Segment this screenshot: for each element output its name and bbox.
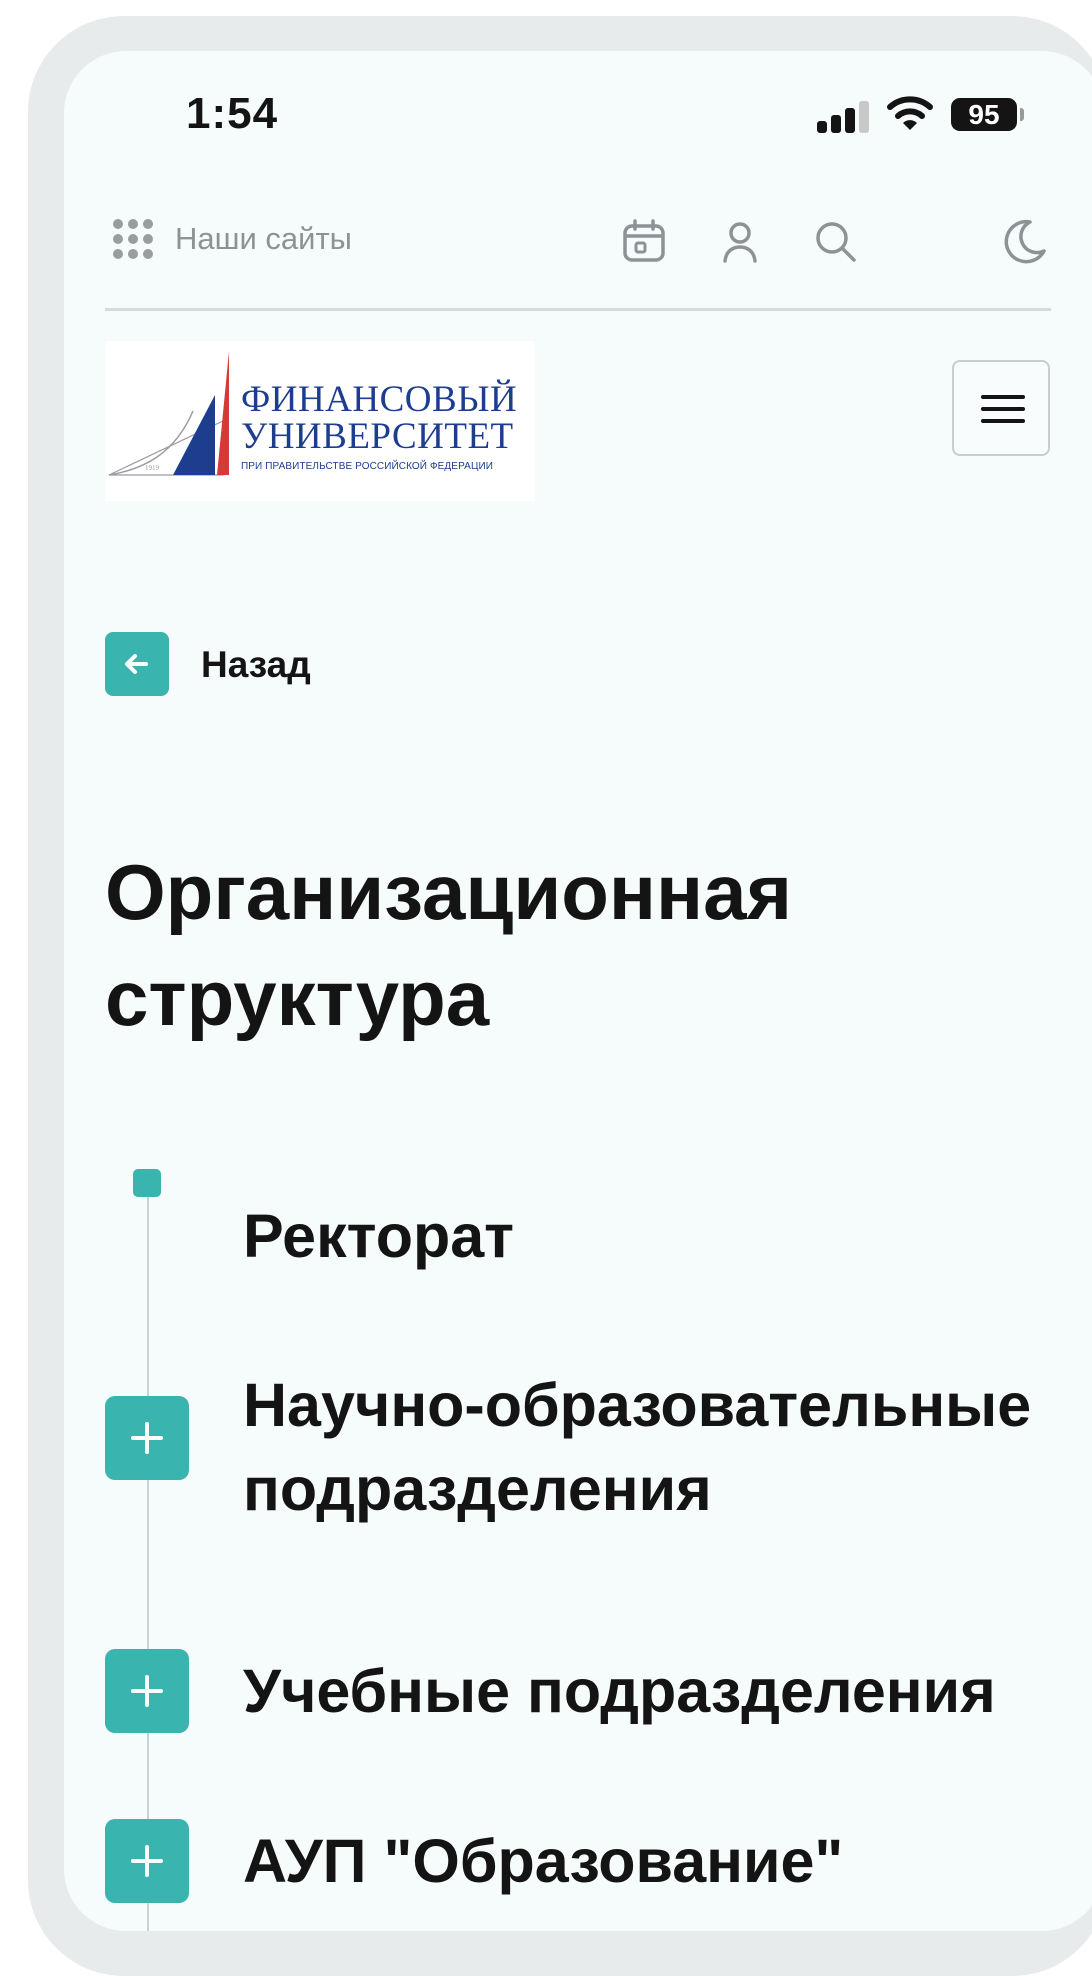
user-icon[interactable]	[716, 217, 764, 265]
hamburger-menu-button[interactable]	[952, 360, 1050, 456]
arrow-left-icon	[125, 654, 148, 674]
structure-item-research-education[interactable]: Научно-образовательные подразделения	[243, 1363, 1073, 1531]
logo-line-2: УНИВЕРСИТЕТ	[241, 416, 514, 457]
back-label[interactable]: Назад	[201, 644, 311, 686]
svg-text:1919: 1919	[145, 464, 160, 472]
structure-item-aup-education[interactable]: АУП "Образование"	[243, 1819, 1073, 1903]
grid-dots-icon	[113, 219, 153, 259]
logo-emblem-icon: 1919	[108, 351, 229, 476]
search-icon[interactable]	[811, 217, 859, 265]
calendar-icon[interactable]	[620, 217, 668, 265]
structure-item-rectorate[interactable]: Ректорат	[243, 1194, 1073, 1278]
expand-plus-icon[interactable]	[105, 1649, 189, 1733]
university-logo[interactable]: 1919 ФИНАНСОВЫЙ УНИВЕРСИТЕТ ПРИ ПРАВИТЕЛ…	[105, 341, 535, 501]
wifi-icon	[887, 96, 933, 130]
expand-plus-icon[interactable]	[105, 1819, 189, 1903]
back-button[interactable]	[105, 632, 169, 696]
dark-mode-moon-icon[interactable]	[1000, 217, 1048, 265]
our-sites-button[interactable]: Наши сайты	[113, 219, 352, 259]
logo-line-1: ФИНАНСОВЫЙ	[241, 379, 518, 420]
structure-item-educational-units[interactable]: Учебные подразделения	[243, 1649, 1073, 1733]
tree-node-marker	[133, 1169, 161, 1197]
status-time: 1:54	[186, 89, 279, 138]
page-title: Организационная структура	[105, 848, 793, 1042]
logo-line-3: ПРИ ПРАВИТЕЛЬСТВЕ РОССИЙСКОЙ ФЕДЕРАЦИИ	[241, 461, 494, 472]
screen: 1:54 95 Наши сайты 1919 ФИНАНСОВЫЙ УНИВЕ…	[64, 51, 1092, 1931]
header-divider	[105, 308, 1051, 311]
our-sites-label: Наши сайты	[175, 221, 352, 256]
battery-cap-icon	[1020, 108, 1024, 121]
cellular-signal-icon	[817, 99, 873, 133]
expand-plus-icon[interactable]	[105, 1396, 189, 1480]
battery-indicator: 95	[951, 98, 1017, 131]
